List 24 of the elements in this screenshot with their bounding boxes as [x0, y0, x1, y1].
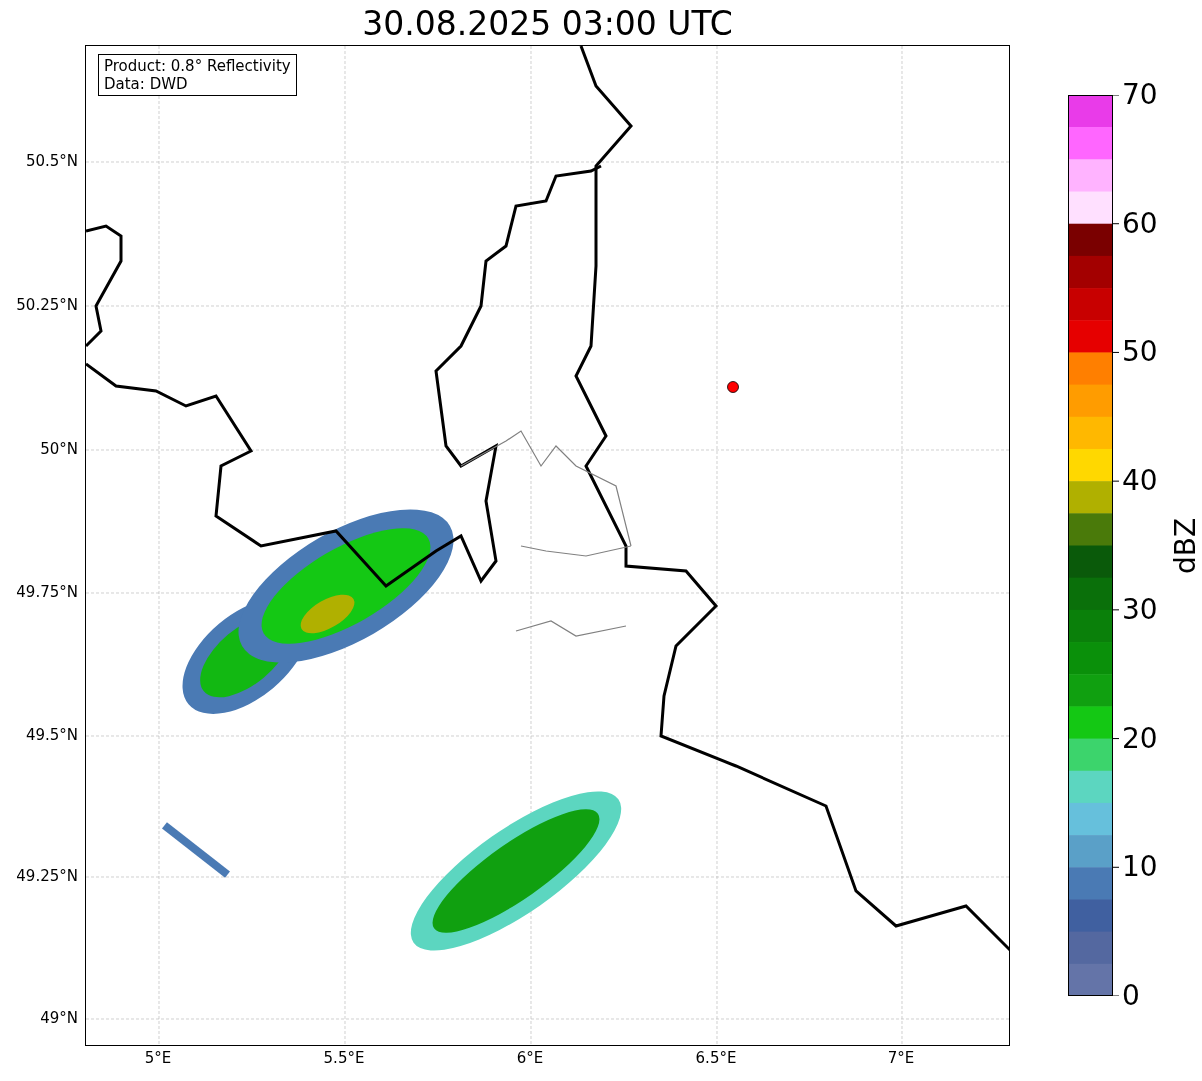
- x-tick-label: 5°E: [144, 1049, 172, 1067]
- info-text: Product: 0.8° Reflectivity: [104, 57, 291, 75]
- x-tick-label: 5.5°E: [323, 1049, 365, 1067]
- x-tick-label: 6.5°E: [695, 1049, 737, 1067]
- colorbar-tick-label: 30: [1122, 593, 1158, 626]
- chart-title: 30.08.2025 03:00 UTC: [361, 4, 734, 44]
- colorbar-tick-label: 20: [1122, 722, 1158, 755]
- info-text: Data: DWD: [104, 75, 189, 93]
- colorbar-tick-label: 0: [1122, 980, 1140, 1012]
- x-tick-label: 6°E: [516, 1049, 544, 1067]
- y-tick-label: 50.5°N: [25, 152, 78, 170]
- y-tick-label: 50°N: [40, 440, 78, 458]
- x-tick-label: 7°E: [887, 1049, 915, 1067]
- y-tick-label: 49.5°N: [25, 726, 78, 744]
- y-tick-label: 49°N: [40, 1009, 78, 1027]
- colorbar-tick-label: 60: [1122, 207, 1158, 240]
- colorbar-tick-label: 10: [1122, 851, 1158, 884]
- colorbar-label: dBZ: [1170, 517, 1202, 575]
- y-tick-label: 49.25°N: [16, 867, 78, 885]
- colorbar-tick-label: 70: [1122, 79, 1158, 111]
- y-tick-label: 49.75°N: [16, 583, 78, 601]
- colorbar-tick-label: 40: [1122, 465, 1158, 498]
- y-tick-label: 50.25°N: [16, 296, 78, 314]
- colorbar-tick-label: 50: [1122, 336, 1158, 369]
